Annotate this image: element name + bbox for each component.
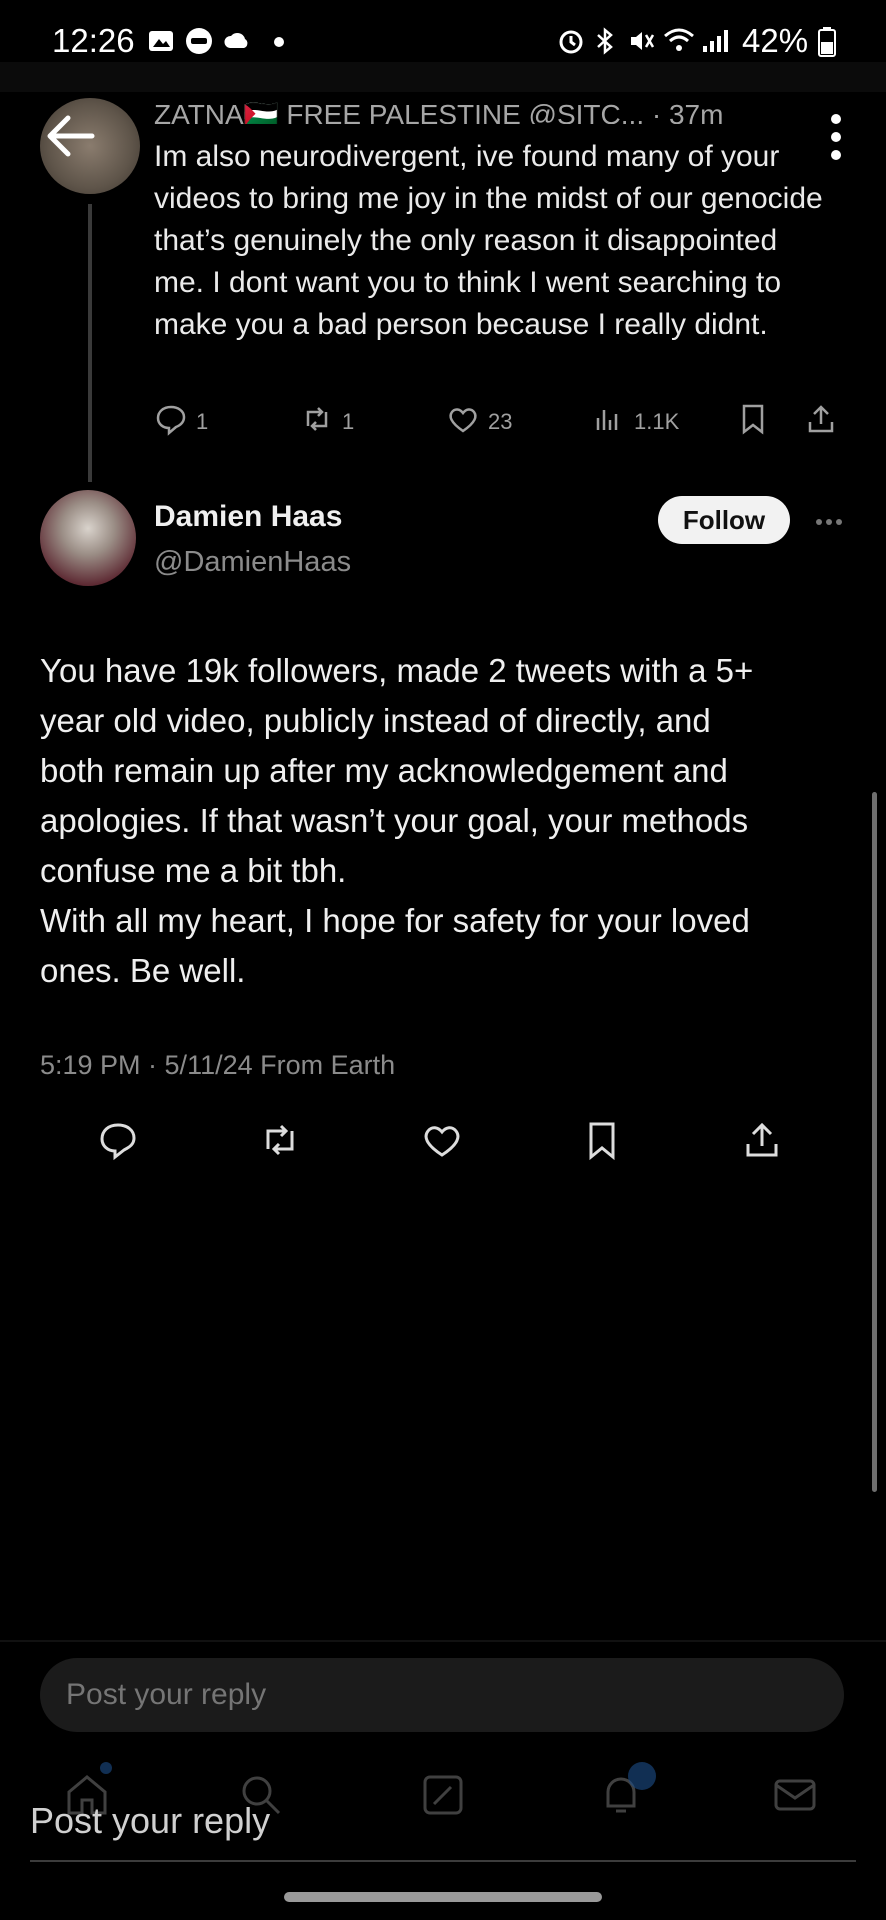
parent-reply-count: 1 xyxy=(196,409,209,434)
thread-line xyxy=(88,204,92,482)
share-button[interactable] xyxy=(740,1118,788,1166)
share-icon xyxy=(740,1122,784,1166)
repost-icon xyxy=(300,402,334,442)
overlay-divider xyxy=(30,1860,856,1862)
tweet-line: ones. Be well. xyxy=(40,952,246,989)
reply-button[interactable] xyxy=(96,1118,144,1166)
alarm-icon xyxy=(556,26,586,61)
parent-views-button[interactable]: 1.1K xyxy=(592,402,679,442)
mute-icon xyxy=(626,26,656,61)
bookmark-button[interactable] xyxy=(580,1118,628,1166)
dot-icon xyxy=(264,26,294,56)
heart-icon xyxy=(420,1126,464,1166)
divider xyxy=(0,1640,886,1642)
cloud-icon xyxy=(222,26,252,56)
author-name[interactable]: Damien Haas xyxy=(154,500,342,534)
parent-like-count: 23 xyxy=(488,409,513,434)
author-avatar[interactable] xyxy=(40,490,136,586)
follow-button[interactable]: Follow xyxy=(658,496,790,544)
parent-bookmark-button[interactable] xyxy=(736,402,770,442)
repost-button[interactable] xyxy=(258,1118,306,1166)
messages-icon[interactable] xyxy=(770,1770,820,1820)
tweet-line: both remain up after my acknowledgement … xyxy=(40,752,728,789)
share-icon xyxy=(804,402,838,442)
tweet-more-icon[interactable] xyxy=(814,514,844,525)
wear-icon xyxy=(184,26,214,56)
compose-icon[interactable] xyxy=(418,1770,468,1820)
parent-like-button[interactable]: 23 xyxy=(446,402,512,442)
gallery-icon xyxy=(146,26,176,56)
tweet-line: You have 19k followers, made 2 tweets wi… xyxy=(40,652,754,689)
tweet-line: year old video, publicly instead of dire… xyxy=(40,702,711,739)
home-unread-dot xyxy=(100,1762,112,1774)
bookmark-icon xyxy=(736,402,770,442)
reply-input[interactable] xyxy=(40,1658,844,1732)
tweet-line: With all my heart, I hope for safety for… xyxy=(40,902,750,939)
parent-reply-button[interactable]: 1 xyxy=(154,402,208,442)
tweet-text: You have 19k followers, made 2 tweets wi… xyxy=(40,646,860,996)
signal-icon xyxy=(700,26,730,61)
parent-repost-button[interactable]: 1 xyxy=(300,402,354,442)
reply-icon xyxy=(154,402,188,442)
tweet-action-row xyxy=(0,1118,886,1166)
bookmark-icon xyxy=(580,1122,624,1166)
parent-view-count: 1.1K xyxy=(634,409,680,434)
repost-icon xyxy=(258,1124,302,1166)
scrollbar[interactable] xyxy=(872,792,877,1492)
notification-badge xyxy=(628,1762,656,1790)
author-handle[interactable]: @DamienHaas xyxy=(154,546,351,579)
ghost-status-bar xyxy=(0,62,886,92)
back-arrow-icon[interactable] xyxy=(40,108,104,164)
wifi-icon xyxy=(662,24,696,61)
bluetooth-icon xyxy=(592,26,618,61)
tweet-line: apologies. If that wasn’t your goal, you… xyxy=(40,802,749,839)
parent-action-row: 1 1 23 1.1K xyxy=(154,402,854,442)
overlay-reply-label[interactable]: Post your reply xyxy=(30,1800,270,1842)
status-time: 12:26 xyxy=(52,22,135,59)
heart-icon xyxy=(446,402,480,442)
reply-icon xyxy=(96,1123,140,1166)
analytics-icon xyxy=(592,402,626,442)
tweet-timestamp: 5:19 PM · 5/11/24 From Earth xyxy=(40,1050,396,1080)
home-indicator[interactable] xyxy=(284,1892,602,1902)
parent-repost-count: 1 xyxy=(342,409,355,434)
battery-percent: 42% xyxy=(742,22,809,59)
like-button[interactable] xyxy=(420,1118,468,1166)
parent-share-button[interactable] xyxy=(804,402,838,442)
tweet-line: confuse me a bit tbh. xyxy=(40,852,347,889)
battery-icon xyxy=(818,26,836,63)
parent-author-line: ZATNA🇵🇸 FREE PALESTINE @SITC... · 37m xyxy=(154,99,724,124)
parent-tweet-text: Im also neurodivergent, ive found many o… xyxy=(154,140,823,341)
